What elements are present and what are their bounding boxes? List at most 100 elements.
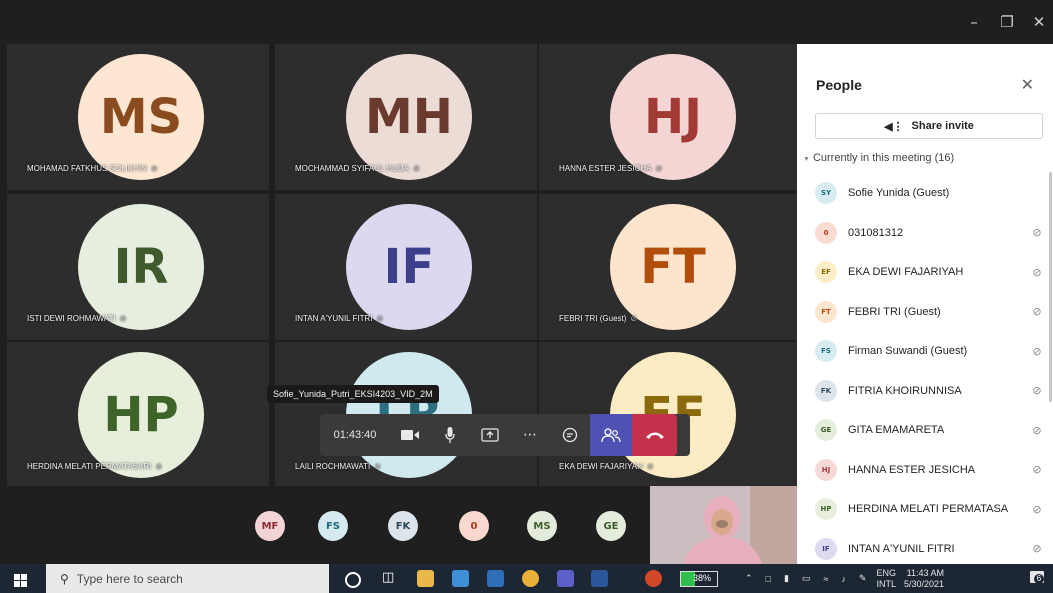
title-bar: – ❐ ✕ [0, 0, 1053, 44]
windows-start-icon[interactable] [14, 572, 27, 587]
mic-off-icon: ⊘ [374, 462, 381, 471]
chrome-icon[interactable] [522, 570, 539, 587]
avatar: IF [815, 537, 837, 560]
pen-icon[interactable]: ✎ [859, 573, 867, 584]
participant-list-name: 031081312 [848, 226, 904, 239]
participant-name-label: EKA DEWI FAJARIYAH [559, 462, 643, 471]
maximize-icon[interactable]: ❐ [993, 10, 1021, 34]
clock-time: 11:43 AM [906, 567, 945, 578]
participant-avatar-small[interactable]: FK [388, 511, 418, 541]
mic-off-icon: ⊘ [630, 314, 638, 323]
battery-percent: 38% [693, 573, 712, 583]
share-invite-button[interactable]: ◀⋮ Share invite [815, 113, 1043, 139]
participant-list-item[interactable]: 0 031081312 ⊘ [815, 214, 1047, 252]
participant-list-name: Firman Suwandi (Guest) [848, 345, 968, 357]
cortana-icon[interactable] [345, 572, 361, 588]
battery-indicator[interactable]: 38% [680, 571, 718, 587]
participant-name: INTAN A'YUNIL FITRI ⊘ [295, 314, 383, 323]
chevron-up-icon[interactable]: ⌃ [745, 573, 753, 584]
participant-tile[interactable]: IF INTAN A'YUNIL FITRI ⊘ [275, 194, 537, 340]
participant-list-item[interactable]: SY Sofie Yunida (Guest) [815, 174, 1047, 212]
participant-list-item[interactable]: GE GITA EMAMARETA ⊘ [815, 411, 1047, 449]
mic-off-icon: ⊘ [412, 164, 420, 173]
participant-avatar-small[interactable]: FS [318, 511, 348, 541]
chevron-down-icon: ▼ [803, 156, 810, 163]
avatar: HP [815, 498, 837, 520]
avatar: GE [815, 419, 837, 441]
more-options-icon[interactable]: ⋯ [510, 414, 550, 456]
people-icon[interactable] [590, 414, 632, 456]
participant-name-label: FEBRI TRI (Guest) [559, 314, 627, 323]
hang-up-icon[interactable] [632, 414, 677, 456]
task-view-icon[interactable]: ◫ [382, 570, 394, 585]
close-icon[interactable]: ✕ [1021, 75, 1034, 94]
participant-avatar-small[interactable]: MS [527, 511, 557, 541]
battery-icon[interactable]: ▭ [802, 573, 811, 584]
participant-list-item[interactable]: FT FEBRI TRI (Guest) ⊘ [815, 293, 1047, 331]
mail-icon[interactable] [487, 570, 504, 587]
volume-icon[interactable]: ♪ [841, 574, 846, 584]
store-icon[interactable] [452, 570, 469, 587]
close-icon[interactable]: ✕ [1025, 10, 1053, 34]
participant-tile[interactable]: MS MOHAMAD FATKHUS SOLIKHIN ⊘ [7, 44, 269, 190]
meeting-section-header[interactable]: ▼ Currently in this meeting (16) [803, 152, 954, 164]
people-panel: People ✕ ◀⋮ Share invite ▼ Currently in t… [797, 44, 1053, 564]
mic-off-icon: ⊘ [150, 164, 158, 173]
participant-list-item[interactable]: HP HERDINA MELATI PERMATASA ⊘ [815, 490, 1047, 528]
avatar: HJ [815, 458, 837, 481]
participant-name-label: MOCHAMMAD SYIFAUL HUDA [295, 164, 409, 173]
notification-count: 6 [1034, 574, 1044, 584]
mic-off-icon: ⊘ [1032, 344, 1042, 358]
participant-name: LAILI ROCHMAWATI ⊘ [295, 462, 381, 471]
clock[interactable]: 11:43 AM 5/30/2021 [904, 568, 944, 590]
participant-avatar-small[interactable]: 0 [459, 511, 489, 541]
mic-off-icon: ⊘ [655, 164, 663, 173]
mic-off-icon: ⊘ [119, 314, 127, 323]
participant-list-item[interactable]: FK FITRIA KHOIRUNNISA ⊘ [815, 372, 1047, 410]
wifi-icon[interactable]: ≈ [823, 574, 828, 584]
call-controls: 01:43:40 ⋯ [320, 414, 690, 456]
participant-list-item[interactable]: EF EKA DEWI FAJARIYAH ⊘ [815, 253, 1047, 291]
mic-off-icon: ⊘ [1032, 542, 1042, 555]
avatar: SY [815, 182, 837, 204]
avatar: EF [815, 261, 837, 283]
mic-off-icon: ⊘ [1032, 265, 1042, 279]
microphone-tray-icon[interactable]: ▮ [784, 573, 789, 584]
word-icon[interactable] [591, 570, 608, 587]
file-explorer-icon[interactable] [417, 570, 434, 587]
share-invite-label: Share invite [911, 120, 974, 132]
participant-name: MOCHAMMAD SYIFAUL HUDA ⊘ [295, 164, 420, 173]
avatar: FT [815, 300, 837, 323]
powerpoint-icon[interactable] [645, 570, 662, 587]
participant-avatar-small[interactable]: MF [255, 511, 285, 541]
participant-tile[interactable]: MH MOCHAMMAD SYIFAUL HUDA ⊘ [275, 44, 537, 190]
participant-tile[interactable]: IR ISTI DEWI ROHMAWATI ⊘ [7, 194, 269, 340]
minimize-icon[interactable]: – [960, 10, 988, 34]
participant-list-name: Sofie Yunida (Guest) [848, 187, 950, 199]
participant-tile[interactable]: FT FEBRI TRI (Guest) ⊘ [539, 194, 801, 340]
video-camera-icon[interactable] [390, 414, 430, 456]
panel-title: People [816, 77, 862, 93]
share-screen-icon[interactable] [470, 414, 510, 456]
participant-list-name: FEBRI TRI (Guest) [848, 305, 941, 318]
participant-list-item[interactable]: HJ HANNA ESTER JESICHA ⊘ [815, 451, 1047, 489]
microphone-icon[interactable] [430, 414, 470, 456]
participant-list-name: HERDINA MELATI PERMATASA [848, 503, 1009, 515]
participant-list-item[interactable]: FS Firman Suwandi (Guest) ⊘ [815, 332, 1047, 370]
chat-icon[interactable] [550, 414, 590, 456]
taskbar-search-box[interactable]: ⚲ Type here to search [46, 564, 329, 593]
participant-avatar-small[interactable]: GE [596, 511, 626, 541]
participant-tile[interactable]: HJ HANNA ESTER JESICHA ⊘ [539, 44, 801, 190]
participant-tile[interactable]: HP HERDINA MELATI PERMATASARI ⊘ [7, 342, 269, 488]
avatar: FS [815, 340, 837, 362]
mic-off-icon: ⊘ [646, 462, 654, 471]
language-indicator[interactable]: ENG INTL [876, 568, 896, 590]
participant-list-item[interactable]: IF INTAN A'YUNIL FITRI ⊘ [815, 530, 1047, 568]
touchpad-icon[interactable]: □ [766, 574, 771, 584]
teams-icon[interactable] [557, 570, 574, 587]
panel-scrollbar[interactable] [1049, 172, 1052, 402]
mic-off-icon: ⊘ [155, 462, 163, 471]
avatar: FK [815, 379, 837, 402]
notification-center-icon[interactable]: 6 [1030, 571, 1044, 584]
participant-name: ISTI DEWI ROHMAWATI ⊘ [27, 314, 126, 323]
